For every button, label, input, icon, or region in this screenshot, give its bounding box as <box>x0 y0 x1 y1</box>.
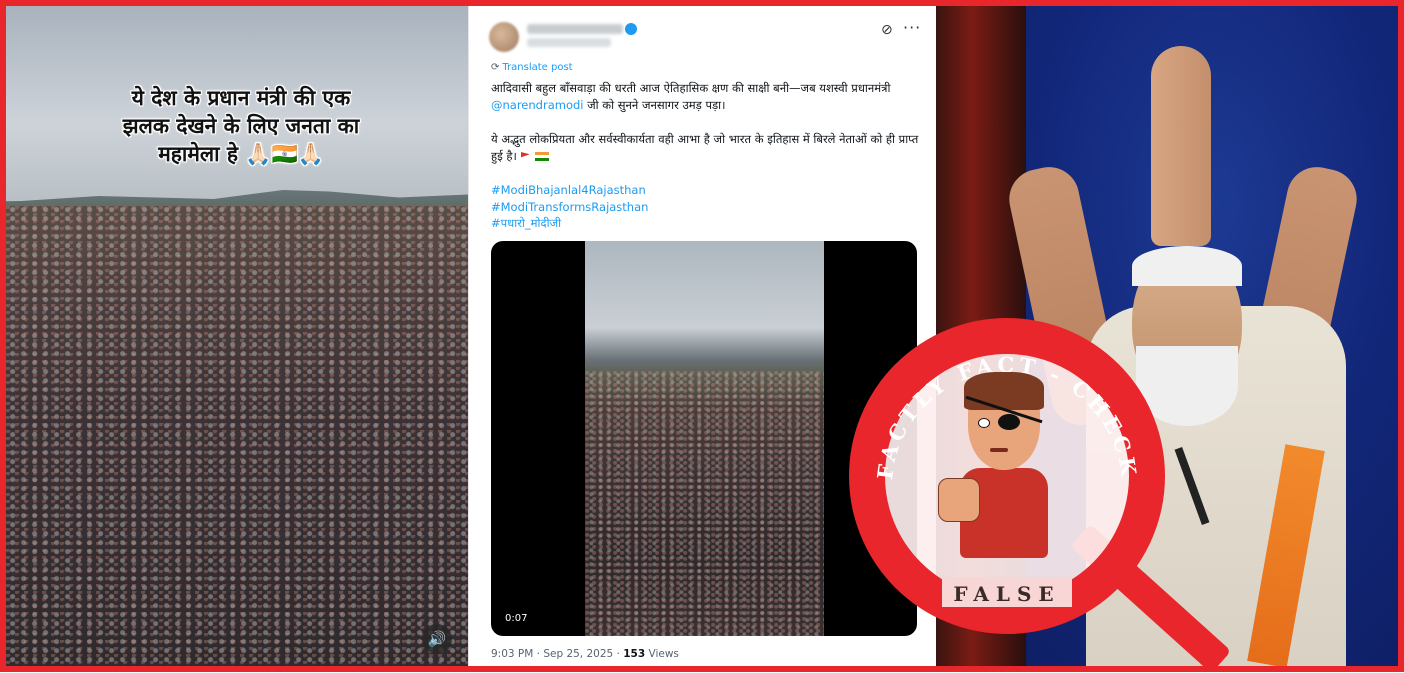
mascot-eye <box>978 418 990 428</box>
account-name-blurred[interactable] <box>527 24 623 34</box>
mascot-mouth <box>990 448 1008 452</box>
tweet-text-part: जी को सुनने जनसागर उमड़ पड़ा। <box>583 98 726 112</box>
video-caption: ये देश के प्रधान मंत्री की एक झलक देखने … <box>76 84 406 168</box>
tweet-paragraph-2: ये अद्भुत लोकप्रियता और सर्वस्वीकार्यता … <box>491 131 921 165</box>
india-flag-icon <box>534 152 549 161</box>
translate-label: Translate post <box>502 62 573 73</box>
grok-icon[interactable]: ⊘ <box>881 22 893 38</box>
left-video-screenshot: ये देश के प्रधान मंत्री की एक झलक देखने … <box>6 6 468 666</box>
video-frame <box>585 241 824 636</box>
tweet-text-part: ये अद्भुत लोकप्रियता और सर्वस्वीकार्यता … <box>491 132 919 163</box>
red-flag-icon <box>520 152 530 158</box>
hashtag-link[interactable]: #ModiBhajanlal4Rajasthan <box>491 182 648 199</box>
badge-false-text: FALSE <box>953 582 1060 606</box>
video-crowd-image <box>585 371 824 636</box>
mention-link[interactable]: @narendramodi <box>491 98 583 112</box>
mascot-hair <box>964 372 1044 410</box>
post-time[interactable]: 9:03 PM · Sep 25, 2025 · <box>491 648 623 660</box>
caption-line-1: ये देश के प्रधान मंत्री की एक <box>131 86 351 110</box>
avatar[interactable] <box>489 22 519 52</box>
hashtag-link[interactable]: #ModiTransformsRajasthan <box>491 199 648 216</box>
account-handle-blurred[interactable] <box>527 38 611 47</box>
verified-badge-icon <box>625 23 637 35</box>
crowd-image <box>6 206 468 666</box>
composite-image: ये देश के प्रधान मंत्री की एक झलक देखने … <box>0 0 1404 672</box>
video-timestamp: 0:07 <box>505 613 528 624</box>
eyepatch-icon <box>998 414 1020 430</box>
thumbs-down-icon <box>938 478 980 522</box>
hashtag-link[interactable]: #पधारो_मोदीजी <box>491 215 648 232</box>
folded-hands <box>1151 46 1211 246</box>
tweet-text-part: आदिवासी बहुल बाँसवाड़ा की धरती आज ऐतिहास… <box>491 81 891 95</box>
tweet-text: आदिवासी बहुल बाँसवाड़ा की धरती आज ऐतिहास… <box>491 80 921 165</box>
sound-icon[interactable]: 🔊 <box>422 624 452 654</box>
views-count: 153 <box>623 648 646 660</box>
translate-icon: ⟳ <box>491 62 500 73</box>
views-label: Views <box>645 648 679 660</box>
translate-post-link[interactable]: ⟳ Translate post <box>491 62 573 73</box>
cartoon-mascot <box>938 368 1080 568</box>
caption-line-2: झलक देखने के लिए जनता का <box>122 114 360 138</box>
more-options-icon[interactable]: ··· <box>903 18 921 37</box>
tweet-paragraph-1: आदिवासी बहुल बाँसवाड़ा की धरती आज ऐतिहास… <box>491 80 921 114</box>
caption-line-3: महामेला हे 🙏🏻🇮🇳🙏🏻 <box>158 142 324 166</box>
hair <box>1132 246 1242 286</box>
tweet-metadata: 9:03 PM · Sep 25, 2025 · 153 Views <box>491 648 679 660</box>
hashtag-list: #ModiBhajanlal4Rajasthan #ModiTransforms… <box>491 182 648 232</box>
